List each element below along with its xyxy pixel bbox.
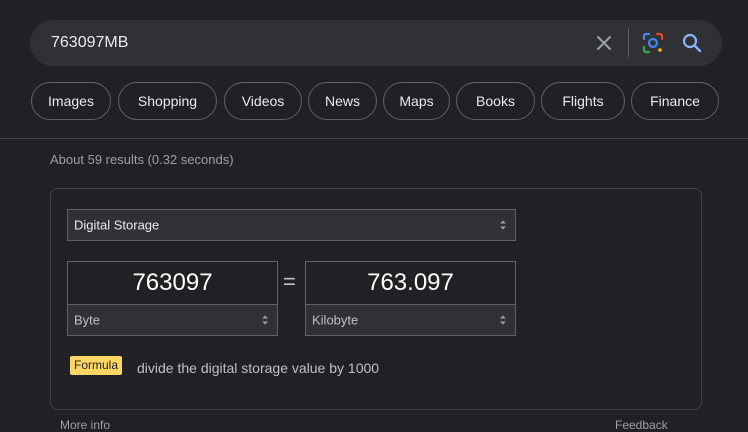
up-down-arrows-icon bbox=[500, 220, 506, 230]
equals-sign: = bbox=[283, 269, 296, 294]
to-unit-label: Kilobyte bbox=[312, 312, 359, 328]
up-down-arrows-icon bbox=[500, 315, 506, 325]
chip-flights[interactable]: Flights bbox=[541, 82, 625, 120]
category-select-label: Digital Storage bbox=[74, 217, 160, 233]
chip-images[interactable]: Images bbox=[31, 82, 111, 120]
chip-finance[interactable]: Finance bbox=[631, 82, 719, 120]
from-unit-label: Byte bbox=[74, 312, 101, 328]
chip-books[interactable]: Books bbox=[456, 82, 535, 120]
chip-shopping[interactable]: Shopping bbox=[118, 82, 217, 120]
close-icon[interactable] bbox=[592, 31, 616, 55]
more-info-link[interactable]: More info bbox=[60, 418, 110, 432]
chip-news[interactable]: News bbox=[308, 82, 377, 120]
search-filter-chips: Images Shopping Videos News Maps Books F… bbox=[0, 82, 748, 122]
category-select[interactable]: Digital Storage bbox=[67, 209, 516, 241]
chip-videos[interactable]: Videos bbox=[224, 82, 302, 120]
from-unit-select[interactable]: Byte bbox=[67, 304, 278, 336]
header-divider bbox=[0, 138, 748, 139]
to-value-input[interactable]: 763.097 bbox=[305, 261, 516, 305]
to-unit-select[interactable]: Kilobyte bbox=[305, 304, 516, 336]
chip-maps[interactable]: Maps bbox=[383, 82, 450, 120]
up-down-arrows-icon bbox=[262, 315, 268, 325]
formula-text: divide the digital storage value by 1000 bbox=[137, 360, 380, 376]
search-bar bbox=[30, 20, 722, 66]
feedback-link[interactable]: Feedback bbox=[615, 418, 668, 432]
formula-badge: Formula bbox=[70, 356, 123, 375]
from-value-input[interactable]: 763097 bbox=[67, 261, 278, 305]
search-input[interactable] bbox=[51, 34, 571, 52]
search-icon[interactable] bbox=[680, 31, 704, 55]
search-bar-divider bbox=[628, 29, 629, 57]
google-lens-icon[interactable] bbox=[641, 31, 665, 55]
result-stats: About 59 results (0.32 seconds) bbox=[50, 152, 234, 167]
